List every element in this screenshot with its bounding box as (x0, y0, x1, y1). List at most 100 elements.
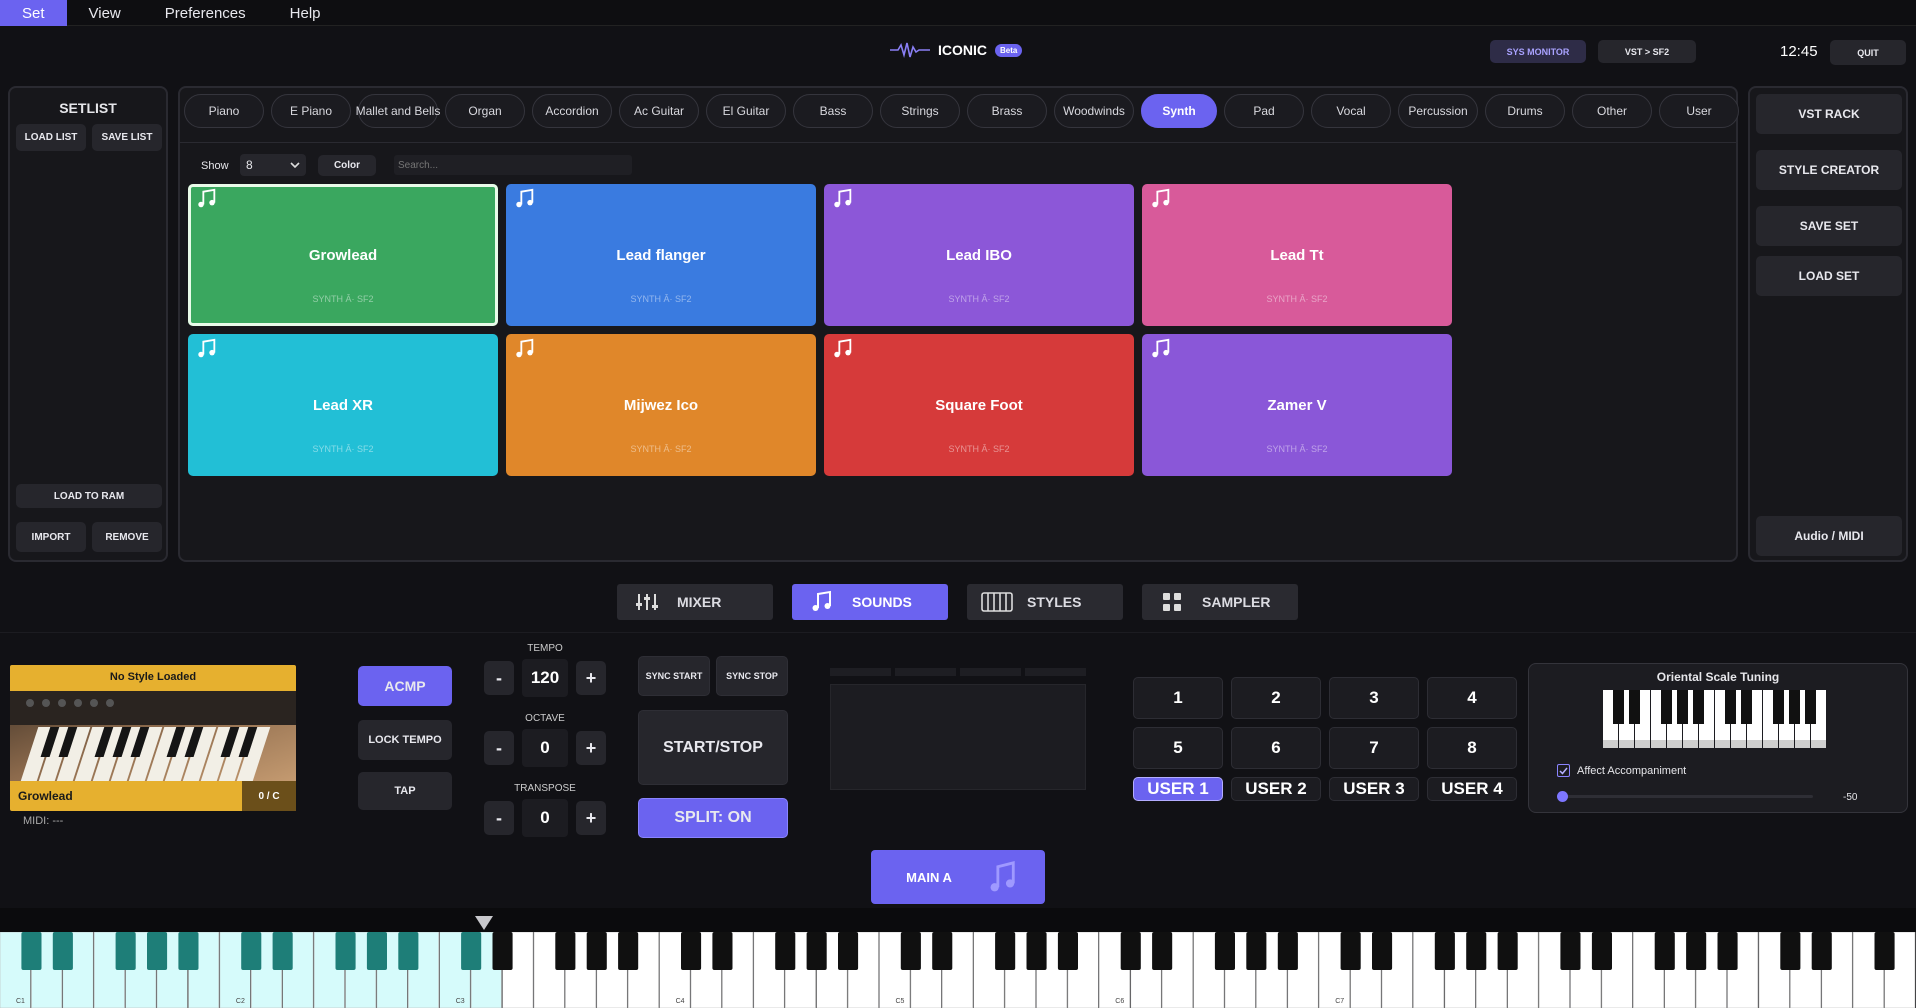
show-select[interactable]: 8 (240, 154, 306, 176)
start-stop-button[interactable]: START/STOP (638, 710, 788, 785)
registration-button-2[interactable]: 2 (1231, 677, 1321, 719)
category-tab-woodwinds[interactable]: Woodwinds (1054, 94, 1134, 128)
category-tab-e-piano[interactable]: E Piano (271, 94, 351, 128)
category-tab-accordion[interactable]: Accordion (532, 94, 612, 128)
octave-value[interactable]: 0 (522, 729, 568, 767)
category-tab-el-guitar[interactable]: El Guitar (706, 94, 786, 128)
tab-sounds-label: SOUNDS (852, 594, 912, 610)
category-tab-vocal[interactable]: Vocal (1311, 94, 1391, 128)
sound-pad-name: Square Foot (935, 396, 1023, 414)
menu-set[interactable]: Set (0, 0, 67, 26)
divider (0, 632, 1916, 633)
music-note-icon (812, 590, 831, 611)
category-tab-brass[interactable]: Brass (967, 94, 1047, 128)
tap-button[interactable]: TAP (358, 772, 452, 810)
load-list-button[interactable]: LOAD LIST (16, 124, 86, 151)
octave-label: C4 (676, 998, 685, 1005)
sync-start-button[interactable]: SYNC START (638, 656, 710, 696)
tab-mixer[interactable]: MIXER (617, 584, 773, 620)
octave-label: OCTAVE (525, 713, 565, 724)
affect-accompaniment-checkbox[interactable] (1557, 764, 1570, 777)
user-bank-button-2[interactable]: USER 2 (1231, 777, 1321, 801)
tempo-value[interactable]: 120 (522, 659, 568, 697)
octave-label: C1 (16, 998, 25, 1005)
music-note-icon (834, 188, 852, 208)
category-tab-piano[interactable]: Piano (184, 94, 264, 128)
tuning-slider-thumb[interactable] (1557, 791, 1568, 802)
category-tab-ac-guitar[interactable]: Ac Guitar (619, 94, 699, 128)
transpose-decrease-button[interactable]: - (484, 801, 514, 835)
tuning-title: Oriental Scale Tuning (1656, 670, 1780, 684)
sound-pad[interactable]: Lead Tt SYNTH Â· SF2 (1142, 184, 1452, 326)
load-to-ram-button[interactable]: LOAD TO RAM (16, 484, 162, 508)
registration-button-5[interactable]: 5 (1133, 727, 1223, 769)
user-bank-button-3[interactable]: USER 3 (1329, 777, 1419, 801)
category-tab-strings[interactable]: Strings (880, 94, 960, 128)
grid-icon (1163, 593, 1181, 611)
piano-keyboard[interactable]: C1 C2 C3 C4 C5 C6 C7 (0, 932, 1916, 1008)
transpose-increase-button[interactable]: + (576, 801, 606, 835)
octave-label: C7 (1335, 998, 1344, 1005)
import-button[interactable]: IMPORT (16, 522, 86, 552)
registration-button-3[interactable]: 3 (1329, 677, 1419, 719)
split-point-marker-icon[interactable] (475, 916, 493, 930)
sound-pad[interactable]: Lead flanger SYNTH Â· SF2 (506, 184, 816, 326)
split-button[interactable]: SPLIT: ON (638, 798, 788, 838)
style-box[interactable]: No Style Loaded Growlead 0 / C (10, 665, 296, 811)
load-set-button[interactable]: LOAD SET (1756, 256, 1902, 296)
octave-increase-button[interactable]: + (576, 731, 606, 765)
search-input[interactable] (394, 155, 632, 175)
octave-decrease-button[interactable]: - (484, 731, 514, 765)
category-tab-mallet-and-bells[interactable]: Mallet and Bells (356, 94, 440, 128)
category-tab-synth[interactable]: Synth (1141, 94, 1217, 128)
registration-button-1[interactable]: 1 (1133, 677, 1223, 719)
sys-monitor-button[interactable]: SYS MONITOR (1490, 40, 1586, 63)
registration-button-4[interactable]: 4 (1427, 677, 1517, 719)
color-button[interactable]: Color (318, 155, 376, 176)
save-list-button[interactable]: SAVE LIST (92, 124, 162, 151)
menu-preferences[interactable]: Preferences (143, 0, 268, 26)
menu-view[interactable]: View (67, 0, 143, 26)
acmp-button[interactable]: ACMP (358, 666, 452, 706)
tab-sounds[interactable]: SOUNDS (792, 584, 948, 620)
sound-pad[interactable]: Mijwez Ico SYNTH Â· SF2 (506, 334, 816, 476)
category-tab-percussion[interactable]: Percussion (1398, 94, 1478, 128)
category-tab-pad[interactable]: Pad (1224, 94, 1304, 128)
category-tab-other[interactable]: Other (1572, 94, 1652, 128)
registration-button-6[interactable]: 6 (1231, 727, 1321, 769)
tempo-increase-button[interactable]: + (576, 661, 606, 695)
tab-mixer-label: MIXER (677, 594, 722, 610)
tuning-keyboard[interactable] (1603, 690, 1829, 748)
style-creator-button[interactable]: STYLE CREATOR (1756, 150, 1902, 190)
user-bank-button-4[interactable]: USER 4 (1427, 777, 1517, 801)
sound-pad[interactable]: Lead XR SYNTH Â· SF2 (188, 334, 498, 476)
octave-label: C3 (456, 998, 465, 1005)
menu-help[interactable]: Help (268, 0, 343, 26)
registration-button-8[interactable]: 8 (1427, 727, 1517, 769)
vst-sf2-button[interactable]: VST > SF2 (1598, 40, 1696, 63)
lock-tempo-button[interactable]: LOCK TEMPO (358, 720, 452, 760)
category-tab-user[interactable]: User (1659, 94, 1739, 128)
audio-midi-button[interactable]: Audio / MIDI (1756, 516, 1902, 556)
vst-rack-button[interactable]: VST RACK (1756, 94, 1902, 134)
registration-button-7[interactable]: 7 (1329, 727, 1419, 769)
remove-button[interactable]: REMOVE (92, 522, 162, 552)
sync-stop-button[interactable]: SYNC STOP (716, 656, 788, 696)
transpose-value[interactable]: 0 (522, 799, 568, 837)
sound-pad[interactable]: Square Foot SYNTH Â· SF2 (824, 334, 1134, 476)
category-tab-bass[interactable]: Bass (793, 94, 873, 128)
tuning-slider[interactable] (1557, 791, 1813, 802)
transpose-label: TRANSPOSE (514, 783, 576, 794)
user-bank-button-1[interactable]: USER 1 (1133, 777, 1223, 801)
category-tab-drums[interactable]: Drums (1485, 94, 1565, 128)
tab-sampler[interactable]: SAMPLER (1142, 584, 1298, 620)
tempo-decrease-button[interactable]: - (484, 661, 514, 695)
category-tab-organ[interactable]: Organ (445, 94, 525, 128)
main-a-button[interactable]: MAIN A (871, 850, 1045, 904)
sound-pad[interactable]: Zamer V SYNTH Â· SF2 (1142, 334, 1452, 476)
tab-styles[interactable]: STYLES (967, 584, 1123, 620)
sound-pad[interactable]: Lead IBO SYNTH Â· SF2 (824, 184, 1134, 326)
quit-button[interactable]: QUIT (1830, 40, 1906, 65)
save-set-button[interactable]: SAVE SET (1756, 206, 1902, 246)
sound-pad[interactable]: Growlead SYNTH Â· SF2 (188, 184, 498, 326)
